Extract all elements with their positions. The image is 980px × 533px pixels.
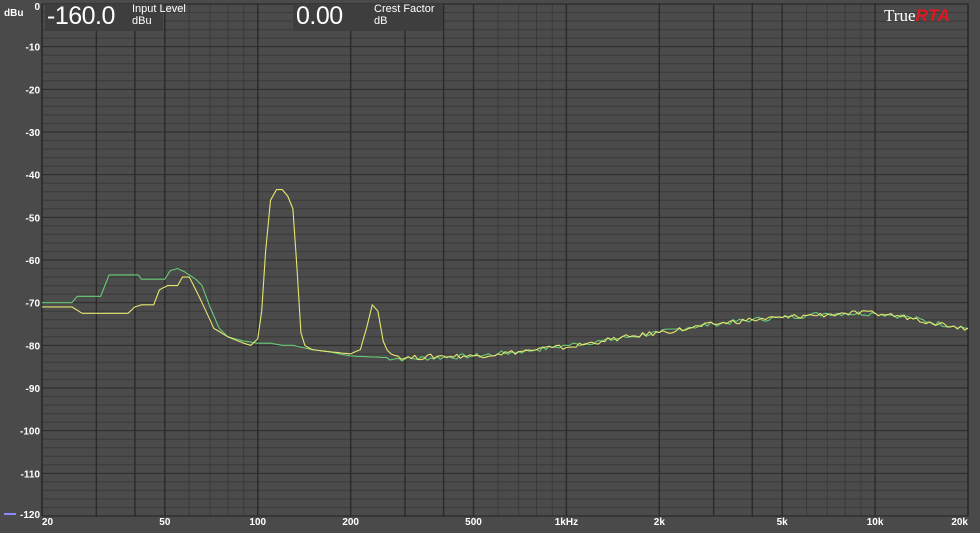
y-tick-label: -90 [26, 384, 41, 395]
crest-factor-value: 0.00 [296, 2, 343, 30]
y-tick-label: -70 [26, 299, 41, 310]
logo-text-true: True [884, 6, 916, 25]
y-tick-label: -110 [21, 469, 41, 480]
x-tick-label: 50 [159, 517, 171, 528]
crest-factor-label: Crest Factor [374, 3, 435, 15]
x-tick-label: 200 [342, 517, 359, 528]
x-tick-label: 100 [249, 517, 266, 528]
x-tick-label: 5k [777, 517, 789, 528]
y-tick-label: -10 [26, 43, 41, 54]
rta-window: 0 -10 -20 -30 -40 -50 -60 -70 -80 -90 -100 -110 -120… [0, 0, 980, 528]
y-tick-label: 0 [34, 2, 40, 13]
input-level-value: -160.0 [47, 2, 115, 30]
spectrum-chart: 0 -10 -20 -30 -40 -50 -60 -70 -80 -90 -100 -110 -120… [4, 2, 969, 528]
x-axis-tick-labels: 20 50 100 200 500 1kHz 2k 5k 10k 20k [42, 517, 968, 528]
y-tick-label: -100 [20, 427, 40, 438]
y-tick-label: -120 [20, 510, 40, 521]
y-tick-label: -40 [26, 171, 41, 182]
y-tick-label: -60 [26, 256, 41, 267]
x-tick-label: 10k [867, 517, 884, 528]
y-axis-tick-labels: 0 -10 -20 -30 -40 -50 -60 -70 -80 -90 -100 -110 -120 [20, 2, 40, 521]
x-tick-label: 20 [42, 517, 54, 528]
input-level-label: Input Level [132, 3, 186, 15]
y-tick-label: -20 [26, 85, 41, 96]
y-axis-unit-label: dBu [4, 8, 23, 19]
y-tick-label: -50 [26, 213, 41, 224]
y-tick-label: -80 [26, 341, 41, 352]
x-tick-label: 500 [465, 517, 482, 528]
logo-text-rta: RTA [915, 6, 951, 25]
x-tick-label: 1kHz [555, 517, 578, 528]
truerta-logo: TrueRTA [884, 6, 950, 26]
y-tick-label: -30 [26, 128, 41, 139]
crest-factor-unit: dB [374, 15, 388, 27]
input-level-unit: dBu [132, 15, 152, 27]
x-tick-label: 20k [951, 517, 968, 528]
x-tick-label: 2k [654, 517, 666, 528]
